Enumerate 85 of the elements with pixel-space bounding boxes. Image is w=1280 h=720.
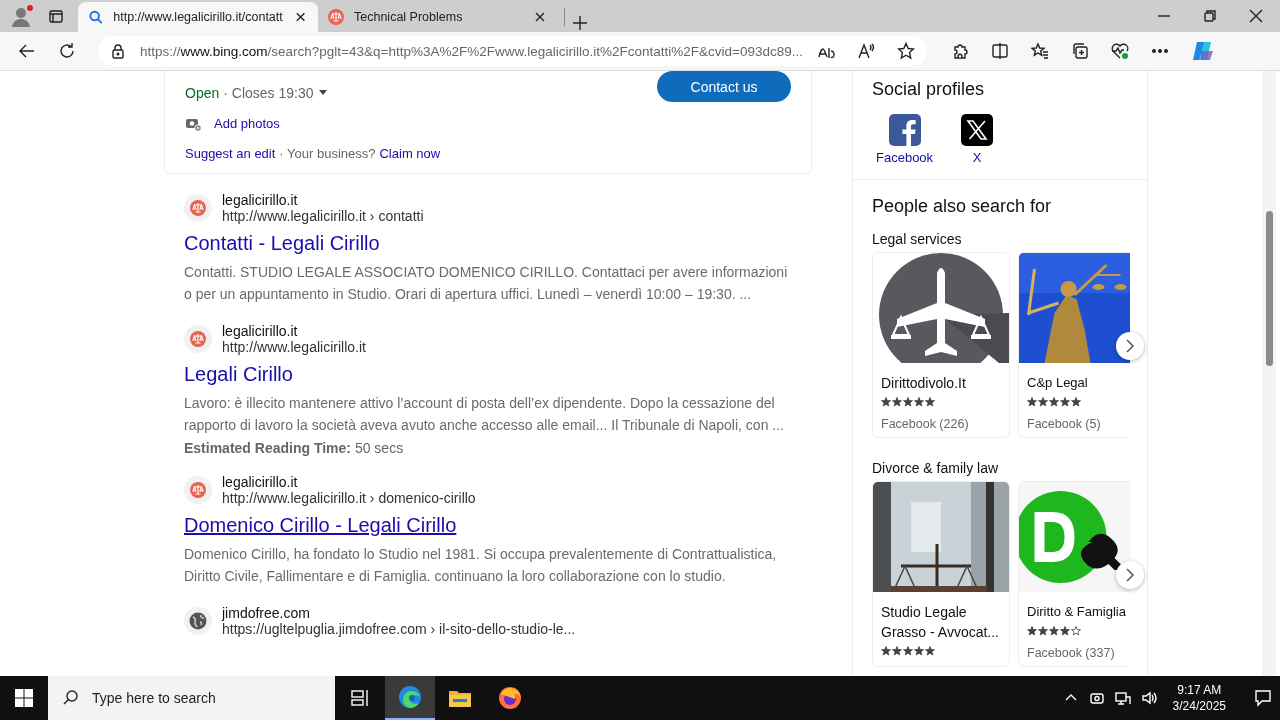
copilot-icon[interactable]: [1191, 39, 1215, 63]
claim-now-link[interactable]: Claim now: [379, 146, 441, 161]
lock-icon[interactable]: [110, 43, 126, 59]
result-title-link[interactable]: Contatti - Legali Cirillo: [184, 232, 380, 255]
camera-icon[interactable]: [1088, 690, 1105, 706]
network-icon[interactable]: [1114, 690, 1131, 706]
open-status: Open: [185, 85, 220, 101]
place-name: Diritto & Famiglia: [1026, 603, 1127, 621]
your-business-text: · Your business?: [279, 146, 376, 161]
scales-icon: [190, 200, 206, 216]
place-name: C&p Legal: [1026, 374, 1089, 392]
category-title: Divorce & family law: [872, 460, 1000, 476]
review-source: Facebook (5): [1026, 416, 1102, 431]
windows-start-icon[interactable]: [15, 689, 33, 707]
next-button[interactable]: [1116, 561, 1144, 589]
result-site: jimdofree.com: [222, 605, 311, 621]
place-card[interactable]: Diritto & Famiglia Facebook (337): [1018, 481, 1130, 667]
result-url[interactable]: https://ugltelpuglia.jimdofree.com › il-sito-dello-studio-le...: [222, 621, 576, 637]
edge-icon[interactable]: [398, 685, 422, 709]
section-title: People also search for: [872, 196, 1053, 217]
read-aloud-icon[interactable]: [857, 42, 875, 60]
taskbar-search-field[interactable]: Type here to search: [92, 678, 312, 718]
browser-tab[interactable]: http://www.legalicirillo.it/contatt: [78, 2, 318, 32]
extensions-icon[interactable]: [951, 42, 969, 60]
result-title-link[interactable]: Legali Cirillo: [184, 363, 293, 386]
new-tab-icon[interactable]: [571, 14, 589, 32]
result-site: legalicirillo.it: [222, 474, 299, 490]
taskbar-search-box[interactable]: Type here to search: [48, 676, 335, 720]
place-card[interactable]: Studio Legale Grasso - Avvocat...: [872, 481, 1010, 667]
facebook-icon: [888, 114, 921, 146]
notification-icon[interactable]: [1254, 689, 1272, 707]
review-source: Facebook (226): [880, 416, 970, 431]
category-title: Legal services: [872, 231, 963, 247]
health-icon[interactable]: [1111, 42, 1129, 60]
closing-hours: · Closes 19:30: [223, 85, 314, 101]
result-site: legalicirillo.it: [222, 323, 299, 339]
scrollbar[interactable]: [1262, 71, 1276, 676]
scales-icon: [328, 9, 344, 25]
browser-tab[interactable]: Technical Problems: [318, 2, 558, 32]
tab-actions-icon[interactable]: [48, 8, 64, 24]
place-name: Studio Legale Grasso - Avvocat...: [880, 603, 1000, 642]
task-view-icon[interactable]: [350, 689, 370, 707]
profile-icon[interactable]: [10, 4, 34, 28]
result-url[interactable]: http://www.legalicirillo.it › domenico-cirillo: [222, 490, 476, 506]
clock-date[interactable]: 3/24/2025: [1172, 698, 1226, 714]
place-card[interactable]: C&p Legal Facebook (5): [1018, 252, 1130, 438]
collections-icon[interactable]: [1071, 42, 1089, 60]
review-source: Facebook (337): [1026, 645, 1116, 660]
result-url[interactable]: http://www.legalicirillo.it › contatti: [222, 208, 424, 224]
volume-icon[interactable]: [1140, 690, 1157, 706]
folder-icon[interactable]: [448, 688, 472, 708]
star-icon[interactable]: [897, 42, 915, 60]
close-icon[interactable]: [1248, 8, 1264, 24]
split-screen-icon[interactable]: [991, 42, 1009, 60]
chevron-right-icon: [1124, 568, 1136, 582]
firefox-icon[interactable]: [498, 686, 522, 710]
chevron-right-icon: [1124, 339, 1136, 353]
clock-time[interactable]: 9:17 AM: [1177, 682, 1222, 698]
suggest-edit-link[interactable]: Suggest an edit: [185, 146, 276, 161]
x-logo-icon: [961, 114, 994, 146]
favorites-icon[interactable]: [1031, 42, 1049, 60]
place-name: Dirittodivolo.It: [880, 374, 967, 393]
restore-icon[interactable]: [1202, 8, 1218, 24]
globe-icon: [189, 612, 207, 630]
section-title: Social profiles: [872, 79, 986, 100]
reading-time: Estimated Reading Time: 50 secs: [184, 440, 405, 456]
search-icon: [88, 9, 104, 25]
result-snippet: Lavoro: è illecito mantenere attivo l’account di posta dell’ex dipendente. Dopo la cessazione del rapporto di lavoro la società aveva avuto anche accesso alle email... Il Tribunale di Napoli, con ...: [184, 394, 785, 435]
scales-icon: [190, 482, 206, 498]
add-photos-link[interactable]: Add photos: [214, 116, 280, 131]
next-button[interactable]: [1116, 332, 1144, 360]
social-profile-link[interactable]: X: [961, 114, 994, 165]
social-profile-link[interactable]: Facebook: [876, 114, 934, 165]
search-icon: [62, 689, 80, 707]
scales-icon: [190, 331, 206, 347]
result-title-link[interactable]: Domenico Cirillo - Legali Cirillo: [184, 514, 457, 537]
url-text: https://www.bing.com/search?pglt=43&q=http%3A%2F%2Fwww.legalicirillo.it%2Fcontatti%2F&cvid=093dc89...: [140, 43, 803, 59]
result-snippet: Contatti. STUDIO LEGALE ASSOCIATO DOMENICO CIRILLO. Contattaci per avere informazioni o per un appuntamento in Studio. Orari di apertura uffici. Lunedì – venerdì 10:00 – 19:30. ...: [184, 263, 789, 304]
place-card[interactable]: Dirittodivolo.It Facebook (226): [872, 252, 1010, 438]
result-snippet: Domenico Cirillo, ha fondato lo Studio nel 1981. Si occupa prevalentemente di Contrattualistica, Diritto Civile, Fallimentare e di Famiglia. continuano la loro collaborazione con lo studio.: [184, 545, 778, 586]
contact-button[interactable]: Contact us: [657, 71, 791, 102]
address-bar[interactable]: https://www.bing.com/search?pglt=43&q=http%3A%2F%2Fwww.legalicirillo.it%2Fcontatti%2F&cvid=093dc89...: [98, 36, 927, 66]
result-url[interactable]: http://www.legalicirillo.it: [222, 339, 366, 355]
refresh-icon[interactable]: [57, 41, 77, 61]
result-site: legalicirillo.it: [222, 192, 299, 208]
